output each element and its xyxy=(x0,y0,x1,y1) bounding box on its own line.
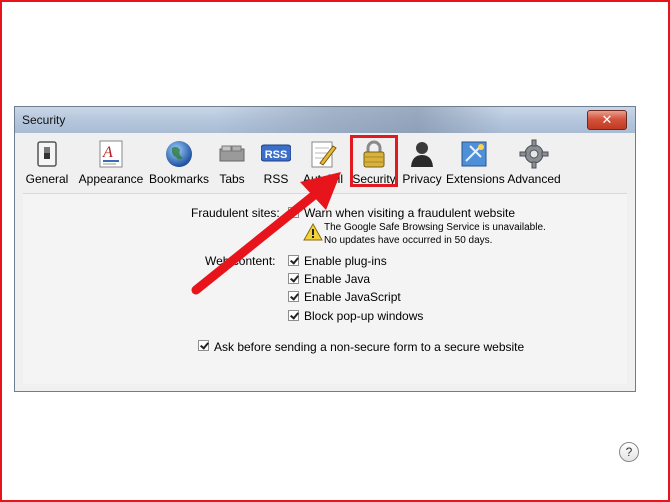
warn-fraudulent-text: Warn when visiting a fraudulent website xyxy=(304,206,515,220)
svg-text:RSS: RSS xyxy=(265,149,288,161)
tab-label: Advanced xyxy=(507,172,561,186)
preferences-toolbar: General A Appearance Bookmarks Tabs RSS … xyxy=(20,135,630,189)
tabs-icon xyxy=(219,145,245,162)
tab-autofill[interactable]: AutoFill xyxy=(300,135,346,189)
globe-icon xyxy=(166,141,192,167)
font-icon: A xyxy=(99,140,123,168)
tab-privacy[interactable]: Privacy xyxy=(400,135,444,189)
tab-tabs[interactable]: Tabs xyxy=(212,135,252,189)
tab-label: General xyxy=(25,172,69,186)
tab-label: Appearance xyxy=(78,172,144,186)
title-bar[interactable]: Security ✕ xyxy=(15,107,635,133)
person-icon xyxy=(411,142,433,167)
security-highlight-box xyxy=(350,135,398,187)
tab-label: Bookmarks xyxy=(148,172,210,186)
tab-general[interactable]: General xyxy=(24,135,70,189)
tab-label: AutoFill xyxy=(302,172,343,186)
enable-javascript-text: Enable JavaScript xyxy=(304,290,401,304)
title-bar-background xyxy=(215,107,505,133)
pencil-icon xyxy=(311,141,337,168)
block-popups-checkbox[interactable] xyxy=(288,310,299,321)
enable-plugins-text: Enable plug-ins xyxy=(304,254,387,268)
gear-icon xyxy=(519,139,549,169)
rss-icon: RSS xyxy=(261,144,291,162)
puzzle-icon xyxy=(461,141,487,167)
fraudulent-sites-label: Fraudulent sites: xyxy=(191,206,280,220)
window-title: Security xyxy=(22,113,66,127)
tab-label: Privacy xyxy=(402,172,442,186)
block-popups-text: Block pop-up windows xyxy=(304,309,424,323)
updates-note: No updates have occurred in 50 days. xyxy=(324,235,493,246)
ask-nonsecure-checkbox[interactable] xyxy=(198,340,209,351)
warn-fraudulent-checkbox[interactable] xyxy=(288,207,299,218)
help-button[interactable]: ? xyxy=(619,442,639,462)
ask-nonsecure-text: Ask before sending a non-secure form to … xyxy=(214,340,525,354)
enable-javascript-checkbox[interactable] xyxy=(288,291,299,302)
tab-extensions[interactable]: Extensions xyxy=(446,135,505,189)
preferences-window: Security ✕ General A Appearance Bookmark… xyxy=(14,106,639,462)
enable-java-checkbox[interactable] xyxy=(288,273,299,284)
tab-label: Extensions xyxy=(446,172,505,186)
close-button[interactable]: ✕ xyxy=(587,110,627,130)
tab-label: RSS xyxy=(263,172,289,186)
switch-icon xyxy=(37,141,57,167)
web-content-label: Web content: xyxy=(205,254,276,268)
tab-rss[interactable]: RSS RSS xyxy=(254,135,298,189)
enable-java-text: Enable Java xyxy=(304,272,371,286)
warning-icon xyxy=(303,223,323,241)
enable-plugins-checkbox[interactable] xyxy=(288,255,299,266)
tab-advanced[interactable]: Advanced xyxy=(506,135,562,189)
tab-appearance[interactable]: A Appearance xyxy=(74,135,148,189)
tab-label: Tabs xyxy=(219,172,245,186)
svg-text:A: A xyxy=(102,144,113,161)
security-settings-panel: Fraudulent sites: Warn when visiting a f… xyxy=(23,193,639,462)
safe-browsing-note: The Google Safe Browsing Service is unav… xyxy=(324,222,546,233)
tab-bookmarks[interactable]: Bookmarks xyxy=(148,135,210,189)
